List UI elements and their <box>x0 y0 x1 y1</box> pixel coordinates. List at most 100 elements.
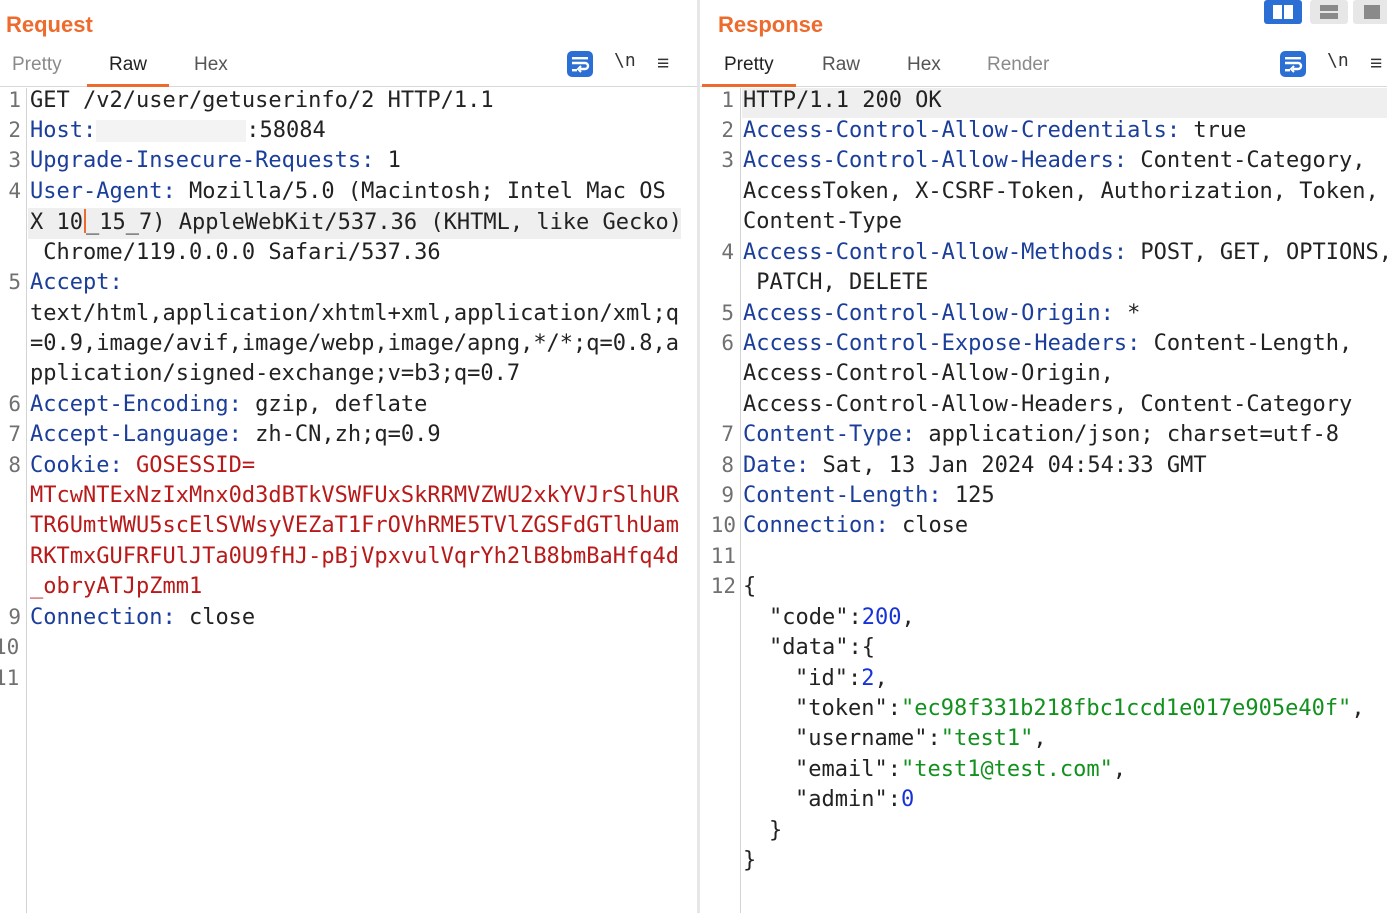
menu-icon[interactable]: ≡ <box>657 52 669 76</box>
code-line: 5 Access-Control-Allow-Origin: * <box>700 301 1387 331</box>
code-line: "data":{ <box>700 635 1387 665</box>
request-title: Request <box>6 12 93 37</box>
header-key: Accept-Language: <box>30 422 242 447</box>
response-tab-pretty[interactable]: Pretty <box>702 54 796 87</box>
header-value: Sat, 13 Jan 2024 04:54:33 GMT <box>809 453 1207 478</box>
code-line: 8 Cookie: GOSESSID= <box>0 453 697 483</box>
line-number: 7 <box>8 422 21 446</box>
header-value: close <box>888 513 969 538</box>
code-line: TR6UmtWWU5scElSVWsyVEZaT1FrOVhRME5TVlZGS… <box>0 513 697 543</box>
header-value: Chrome/119.0.0.0 Safari/537.36 <box>30 240 441 265</box>
code-line: 11 <box>700 544 1387 574</box>
response-tab-render[interactable]: Render <box>987 54 1049 82</box>
split-vertical-layout-icon[interactable] <box>1310 0 1348 24</box>
tabbed-layout-icon[interactable] <box>1353 0 1387 24</box>
json-string: "ec98f331b218fbc1ccd1e017e905e40f" <box>900 696 1352 721</box>
line-number: 5 <box>721 301 734 325</box>
request-tab-hex[interactable]: Hex <box>194 54 228 82</box>
line-number: 6 <box>8 392 21 416</box>
json-number: 0 <box>900 787 915 812</box>
response-pane: Response Pretty Raw Hex Render \n ≡ 1 HT… <box>700 0 1387 913</box>
code-line: MTcwNTExNzIxMnx0d3dBTkVSWFUxSkRRMVZWU2xk… <box>0 483 697 513</box>
line-number: 4 <box>8 179 21 203</box>
json-comma: , <box>1351 696 1365 721</box>
header-value: gzip, deflate <box>241 392 428 417</box>
header-key: Host: <box>30 118 97 143</box>
wrap-toggle-icon[interactable] <box>1279 50 1307 78</box>
cookie-value: TR6UmtWWU5scElSVWsyVEZaT1FrOVhRME5TVlZGS… <box>30 513 680 538</box>
header-key: Accept: <box>30 270 123 295</box>
response-tab-raw[interactable]: Raw <box>822 54 860 82</box>
code-line: PATCH, DELETE <box>700 270 1387 300</box>
code-line: 3 Upgrade-Insecure-Requests: 1 <box>0 148 697 178</box>
header-value: 125 <box>941 483 995 508</box>
json-brace: } <box>743 848 757 873</box>
cookie-value: _obryATJpZmm1 <box>30 574 203 599</box>
split-horizontal-layout-icon[interactable] <box>1264 0 1302 24</box>
header-value: POST, GET, OPTIONS, <box>1127 240 1387 265</box>
response-title: Response <box>718 12 824 37</box>
request-editor[interactable]: 1 GET /v2/user/getuserinfo/2 HTTP/1.1 2 … <box>0 88 697 913</box>
menu-icon[interactable]: ≡ <box>1370 52 1382 76</box>
redacted-host <box>96 120 247 142</box>
header-value: _15_7) AppleWebKit/537.36 (KHTML, like G… <box>85 210 683 235</box>
newline-toggle-icon[interactable]: \n <box>614 50 636 71</box>
code-line: 8 Date: Sat, 13 Jan 2024 04:54:33 GMT <box>700 453 1387 483</box>
line-number: 10 <box>710 513 736 537</box>
line-number: 10 <box>0 635 20 659</box>
cookie-value: MTcwNTExNzIxMnx0d3dBTkVSWFUxSkRRMVZWU2xk… <box>30 483 680 508</box>
request-tab-pretty[interactable]: Pretty <box>12 54 62 82</box>
line-number: 12 <box>710 574 736 598</box>
header-key: Accept-Encoding: <box>30 392 242 417</box>
json-key: "data":{ <box>769 635 875 660</box>
header-key: Date: <box>743 453 810 478</box>
line-number: 6 <box>721 331 734 355</box>
code-line: 4 User-Agent: Mozilla/5.0 (Macintosh; In… <box>0 179 697 209</box>
code-line: 12 { <box>700 574 1387 604</box>
header-key: Content-Length: <box>743 483 942 508</box>
header-key: User-Agent: <box>30 179 176 204</box>
code-line: 9 Content-Length: 125 <box>700 483 1387 513</box>
header-value: Access-Control-Allow-Origin, <box>743 361 1114 386</box>
code-line: "admin":0 <box>700 787 1387 817</box>
json-brace: } <box>769 818 783 843</box>
header-key: Connection: <box>743 513 889 538</box>
header-key: Cookie: <box>30 453 123 478</box>
header-key: Access-Control-Allow-Credentials: <box>743 118 1181 143</box>
response-editor[interactable]: 1 HTTP/1.1 200 OK 2 Access-Control-Allow… <box>700 88 1387 913</box>
line-number: 2 <box>721 118 734 142</box>
cookie-name: GOSESSID= <box>122 453 256 478</box>
code-line: pplication/signed-exchange;v=b3;q=0.7 <box>0 361 697 391</box>
code-line: 10 Connection: close <box>700 513 1387 543</box>
header-value: close <box>175 605 256 630</box>
response-tab-hex[interactable]: Hex <box>907 54 941 82</box>
line-number: 2 <box>8 118 21 142</box>
header-value: * <box>1113 301 1141 326</box>
line-number: 7 <box>721 422 734 446</box>
code-line: =0.9,image/avif,image/webp,image/apng,*/… <box>0 331 697 361</box>
code-line: 3 Access-Control-Allow-Headers: Content-… <box>700 148 1387 178</box>
code-line: X 10 _15_7) AppleWebKit/537.36 (KHTML, li… <box>0 209 697 239</box>
json-number: 2 <box>861 666 875 691</box>
json-brace: { <box>743 574 757 599</box>
header-value: zh-CN,zh;q=0.9 <box>241 422 441 447</box>
line-number: 1 <box>8 88 21 112</box>
header-key: Upgrade-Insecure-Requests: <box>30 148 375 173</box>
code-line: 7 Accept-Language: zh-CN,zh;q=0.9 <box>0 422 697 452</box>
request-line: GET /v2/user/getuserinfo/2 HTTP/1.1 <box>30 88 494 113</box>
json-key: "username": <box>795 726 941 751</box>
request-tab-raw[interactable]: Raw <box>86 54 170 87</box>
code-line: Access-Control-Allow-Origin, <box>700 361 1387 391</box>
json-comma: , <box>1112 757 1127 782</box>
wrap-toggle-icon[interactable] <box>566 50 594 78</box>
newline-toggle-icon[interactable]: \n <box>1327 50 1349 71</box>
code-line: "id":2, <box>700 666 1387 696</box>
header-key: Access-Control-Allow-Origin: <box>743 301 1114 326</box>
code-line: 6 Accept-Encoding: gzip, deflate <box>0 392 697 422</box>
header-key: Access-Control-Allow-Methods: <box>743 240 1128 265</box>
code-line: 6 Access-Control-Expose-Headers: Content… <box>700 331 1387 361</box>
status-line: HTTP/1.1 200 OK <box>743 88 942 113</box>
line-number: 1 <box>721 88 734 112</box>
code-line: 11 <box>0 666 697 696</box>
cookie-value: RKTmxGUFRFUlJTa0U9fHJ-pBjVpxvulVqrYh2lB8… <box>30 544 680 569</box>
